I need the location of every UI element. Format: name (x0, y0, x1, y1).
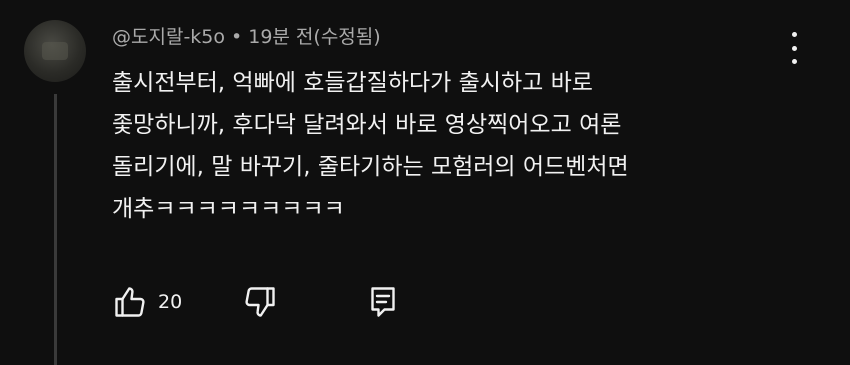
like-count: 20 (158, 291, 183, 313)
comment-line: 좇망하니까, 후다닥 달려와서 바로 영상찍어오고 여론 (112, 112, 622, 138)
comment-actions: 20 (112, 284, 432, 326)
more-vertical-icon-dot (791, 32, 797, 37)
thumbs-down-icon (242, 284, 278, 320)
comment-line: 개추ㅋㅋㅋㅋㅋㅋㅋㅋㅋ (112, 196, 345, 222)
comment-body: 출시전부터, 억빠에 호들갑질하다가 출시하고 바로 좇망하니까, 후다닥 달려… (112, 62, 752, 230)
dislike-button[interactable] (242, 284, 278, 320)
more-vertical-icon-dot (791, 59, 797, 64)
comment-line: 돌리기에, 말 바꾸기, 줄타기하는 모험러의 어드벤처면 (112, 154, 629, 180)
more-vertical-icon-dot (791, 45, 797, 51)
comment-timestamp[interactable]: 19분 전(수정됨) (248, 26, 380, 48)
header-separator: • (231, 26, 243, 48)
avatar[interactable] (24, 20, 86, 82)
like-button[interactable]: 20 (112, 284, 182, 320)
more-options-button[interactable] (780, 28, 808, 68)
thread-line (54, 94, 57, 365)
comment-card: @도지랄-k5o • 19분 전(수정됨) 출시전부터, 억빠에 호들갑질하다가 출… (0, 0, 850, 365)
reply-button[interactable] (365, 284, 401, 320)
comment-line: 출시전부터, 억빠에 호들갑질하다가 출시하고 바로 (112, 70, 593, 96)
reply-comment-icon (365, 284, 401, 320)
comment-header: @도지랄-k5o • 19분 전(수정됨) (112, 22, 381, 49)
author-name[interactable]: @도지랄-k5o (112, 26, 225, 48)
thumbs-up-icon (112, 284, 148, 320)
